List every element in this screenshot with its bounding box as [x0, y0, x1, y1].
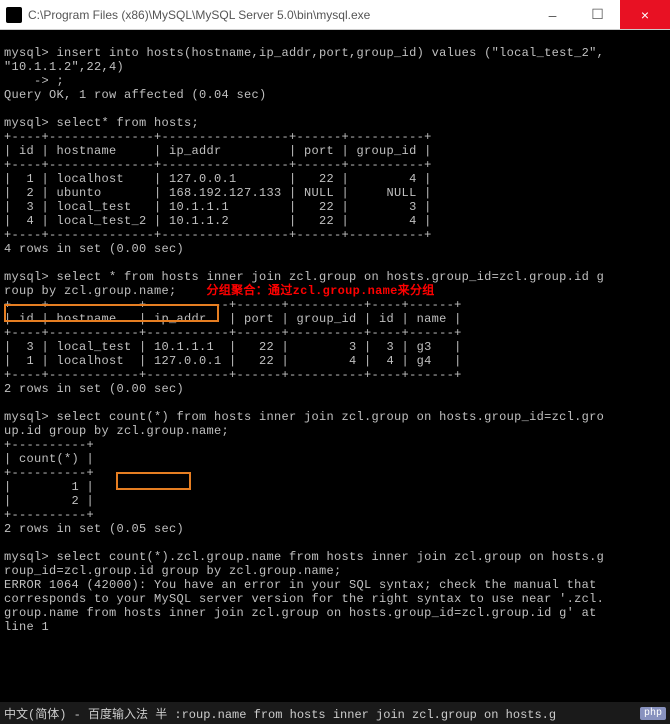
minimize-button[interactable]: –	[530, 0, 575, 29]
result-summary: 2 rows in set (0.00 sec)	[4, 382, 184, 396]
table-header: | count(*) |	[4, 452, 94, 466]
app-icon	[6, 7, 22, 23]
sql-line: "10.1.1.2",22,4)	[4, 60, 124, 74]
sql-line: mysql> select* from hosts;	[4, 116, 199, 130]
sql-line: roup_id=zcl.group.id group by zcl.group.…	[4, 564, 342, 578]
table-border: +----------+	[4, 438, 94, 452]
error-line: line 1	[4, 620, 49, 634]
annotation-text: 分组聚合：通过zcl.group.name来分组	[177, 284, 435, 298]
table-row: | 4 | local_test_2 | 10.1.1.2 | 22 | 4 |	[4, 214, 432, 228]
table-border: +----+--------------+-----------------+-…	[4, 228, 432, 242]
result-summary: 4 rows in set (0.00 sec)	[4, 242, 184, 256]
error-line: corresponds to your MySQL server version…	[4, 592, 604, 606]
table-row: | 3 | local_test | 10.1.1.1 | 22 | 3 |	[4, 200, 432, 214]
table-border: +----+------------+-----------+------+--…	[4, 326, 462, 340]
table-border: +----+--------------+-----------------+-…	[4, 130, 432, 144]
table-border: +----+--------------+-----------------+-…	[4, 158, 432, 172]
sql-line: mysql> select count(*) from hosts inner …	[4, 410, 604, 424]
php-badge: php	[640, 707, 666, 720]
query-result: Query OK, 1 row affected (0.04 sec)	[4, 88, 267, 102]
table-header: | id | hostname | ip_addr | port | group…	[4, 144, 432, 158]
table-border: +----------+	[4, 466, 94, 480]
table-border: +----+------------+-----------+------+--…	[4, 368, 462, 382]
window-controls: – ☐ ×	[530, 0, 670, 29]
sql-line: mysql> select count(*).zcl.group.name fr…	[4, 550, 604, 564]
table-row: | 1 | localhost | 127.0.0.1 | 22 | 4 |	[4, 172, 432, 186]
table-row: | 2 |	[4, 494, 94, 508]
maximize-button[interactable]: ☐	[575, 0, 620, 29]
table-row: | 1 | localhost | 127.0.0.1 | 22 | 4 | 4…	[4, 354, 462, 368]
table-border: +----------+	[4, 508, 94, 522]
ime-status-text: 中文(简体) - 百度输入法 半 :roup.name from hosts i…	[4, 705, 556, 722]
table-border: +----+------------+-----------+------+--…	[4, 298, 462, 312]
status-right: php	[636, 707, 666, 720]
sql-line: mysql> select * from hosts inner join zc…	[4, 270, 604, 284]
close-button[interactable]: ×	[620, 0, 670, 29]
error-line: group.name from hosts inner join zcl.gro…	[4, 606, 597, 620]
ime-statusbar: 中文(简体) - 百度输入法 半 :roup.name from hosts i…	[0, 702, 670, 724]
table-row: | 3 | local_test | 10.1.1.1 | 22 | 3 | 3…	[4, 340, 462, 354]
window-title: C:\Program Files (x86)\MySQL\MySQL Serve…	[28, 8, 530, 22]
error-line: ERROR 1064 (42000): You have an error in…	[4, 578, 597, 592]
sql-line: mysql> insert into hosts(hostname,ip_add…	[4, 46, 604, 60]
sql-line: roup by zcl.group.name; 分组聚合：通过zcl.group…	[4, 284, 435, 298]
table-row: | 1 |	[4, 480, 94, 494]
table-row: | 2 | ubunto | 168.192.127.133 | NULL | …	[4, 186, 432, 200]
window-titlebar: C:\Program Files (x86)\MySQL\MySQL Serve…	[0, 0, 670, 30]
terminal-output[interactable]: mysql> insert into hosts(hostname,ip_add…	[0, 30, 670, 702]
sql-line: up.id group by zcl.group.name;	[4, 424, 229, 438]
sql-line: -> ;	[4, 74, 64, 88]
result-summary: 2 rows in set (0.05 sec)	[4, 522, 184, 536]
table-header: | id | hostname | ip_addr | port | group…	[4, 312, 462, 326]
